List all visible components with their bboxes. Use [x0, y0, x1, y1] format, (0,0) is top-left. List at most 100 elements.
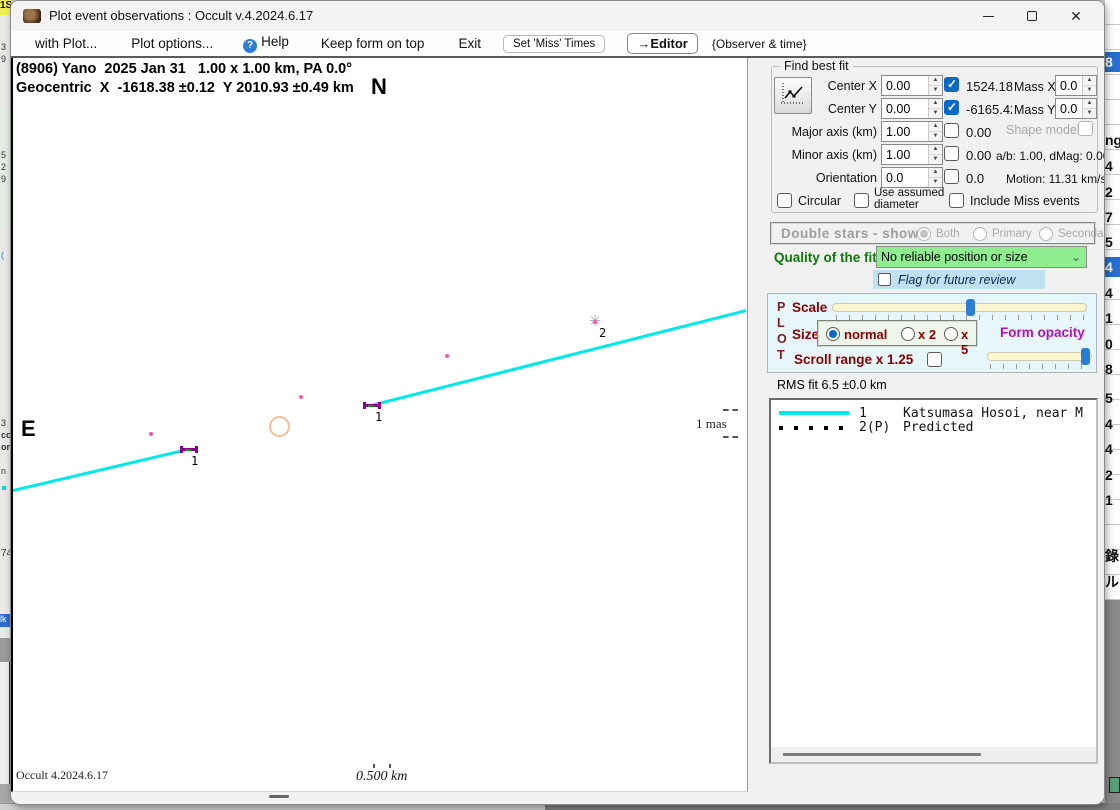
spinner-up-icon[interactable]: ▲ — [929, 168, 942, 178]
opacity-slider-track[interactable] — [987, 352, 1092, 361]
size-x5-radio[interactable] — [944, 327, 958, 341]
double-stars-secondary-radio[interactable] — [1039, 227, 1053, 241]
mass-y-spinner[interactable]: ▲▼ — [1082, 99, 1096, 118]
occult-version-label: Occult 4.2024.6.17 — [16, 768, 108, 783]
quality-of-fit-dropdown[interactable]: No reliable position or size ⌄ — [876, 246, 1087, 268]
east-label: E — [21, 416, 36, 442]
legend-box[interactable]: 1 Katsumasa Hosoi, near M 2(P) Predicted — [769, 398, 1098, 764]
double-stars-both-radio[interactable] — [917, 227, 931, 241]
chord-number-label: 1 — [375, 410, 382, 424]
fit-x-value: 1524.18 — [966, 79, 1013, 94]
quality-of-fit-label: Quality of the fit — [774, 250, 877, 265]
use-assumed-diameter-label: Use assumed diameter — [874, 187, 946, 211]
legend-scrollbar-thumb[interactable] — [783, 753, 981, 756]
spinner-up-icon[interactable]: ▲ — [1083, 76, 1096, 86]
spinner-down-icon[interactable]: ▼ — [929, 132, 942, 141]
size-x2-label: x 2 — [918, 327, 936, 342]
double-stars-both-label: Both — [936, 228, 960, 240]
circular-label: Circular — [798, 194, 841, 208]
size-x2-radio[interactable] — [901, 327, 915, 341]
set-miss-times-button[interactable]: Set 'Miss' Times — [503, 35, 605, 53]
use-assumed-diameter-checkbox[interactable] — [854, 193, 869, 208]
fit-y-value: -6165.42 — [966, 102, 1012, 117]
minor-axis-input[interactable]: ▲▼ — [881, 144, 943, 165]
shape-model-label: Shape model — [1006, 123, 1080, 137]
opacity-slider-thumb[interactable] — [1081, 348, 1090, 365]
orientation-spinner[interactable]: ▲▼ — [928, 168, 942, 187]
menu-exit[interactable]: Exit — [458, 36, 481, 51]
observer-time-label[interactable]: {Observer & time} — [712, 37, 807, 51]
predicted-path-dot — [445, 354, 449, 358]
spinner-down-icon[interactable]: ▼ — [1083, 86, 1096, 95]
scroll-range-checkbox[interactable] — [927, 352, 942, 367]
center-x-label: Center X — [777, 79, 877, 93]
mas-scale-tick — [723, 409, 738, 411]
center-y-spinner[interactable]: ▲▼ — [928, 99, 942, 118]
maximize-button[interactable] — [1010, 1, 1054, 31]
double-stars-secondary-label: Secondary — [1058, 228, 1105, 240]
north-label: N — [371, 74, 387, 100]
major-axis-spinner[interactable]: ▲▼ — [928, 122, 942, 141]
menu-with-plot[interactable]: with Plot... — [35, 36, 97, 51]
include-miss-events-label: Include Miss events — [970, 194, 1080, 208]
spinner-down-icon[interactable]: ▼ — [929, 155, 942, 164]
mass-x-label: Mass X — [1014, 80, 1056, 94]
control-panel: Find best fit Center X ▲▼ 1524.18 Mass X… — [748, 58, 1105, 805]
plot-vertical-letter: L — [777, 316, 785, 330]
observed-chord-segment-east — [371, 309, 747, 407]
spinner-up-icon[interactable]: ▲ — [1083, 99, 1096, 109]
spinner-down-icon[interactable]: ▼ — [929, 109, 942, 118]
size-x5-label: x 5 — [961, 327, 976, 357]
spinner-up-icon[interactable]: ▲ — [929, 76, 942, 86]
plot-canvas[interactable]: (8906) Yano 2025 Jan 31 1.00 x 1.00 km, … — [11, 58, 748, 792]
include-miss-events-checkbox[interactable] — [949, 193, 964, 208]
orientation-input[interactable]: ▲▼ — [881, 167, 943, 188]
mass-x-spinner[interactable]: ▲▼ — [1082, 76, 1096, 95]
fit-x-checkbox[interactable] — [944, 77, 959, 92]
flag-review-row: Flag for future review — [873, 270, 1045, 289]
major-axis-input[interactable]: ▲▼ — [881, 121, 943, 142]
editor-button[interactable]: →Editor — [627, 33, 698, 54]
spinner-up-icon[interactable]: ▲ — [929, 99, 942, 109]
window-title: Plot event observations : Occult v.4.202… — [49, 8, 313, 23]
menu-keep-on-top[interactable]: Keep form on top — [321, 36, 425, 51]
minimize-icon — [983, 16, 994, 17]
plot-header-line1: (8906) Yano 2025 Jan 31 1.00 x 1.00 km, … — [16, 60, 354, 79]
shape-model-checkbox[interactable] — [1078, 121, 1093, 136]
spinner-up-icon[interactable]: ▲ — [929, 122, 942, 132]
menu-bar: with Plot... Plot options... ?Help Keep … — [11, 31, 1104, 58]
flag-review-checkbox[interactable] — [878, 273, 891, 286]
spinner-down-icon[interactable]: ▼ — [929, 178, 942, 187]
fit-major-checkbox[interactable] — [944, 123, 959, 138]
minimize-button[interactable] — [966, 1, 1010, 31]
dotted-line-swatch — [779, 420, 849, 434]
motion-label: Motion: 11.31 km/s — [1006, 172, 1105, 186]
event-marker-reappearance — [363, 402, 381, 409]
circular-checkbox[interactable] — [777, 193, 792, 208]
close-button[interactable]: ✕ — [1054, 1, 1098, 31]
spinner-down-icon[interactable]: ▼ — [1083, 109, 1096, 118]
fit-orientation-checkbox[interactable] — [944, 169, 959, 184]
scale-slider-thumb[interactable] — [966, 299, 975, 316]
legend-entry-observed: 1 Katsumasa Hosoi, near M — [779, 406, 1098, 420]
plot-vertical-letter: T — [777, 348, 785, 362]
minor-axis-spinner[interactable]: ▲▼ — [928, 145, 942, 164]
center-y-input[interactable]: ▲▼ — [881, 98, 943, 119]
spinner-up-icon[interactable]: ▲ — [929, 145, 942, 155]
menu-help[interactable]: ?Help — [243, 34, 289, 53]
center-x-spinner[interactable]: ▲▼ — [928, 76, 942, 95]
plot-horizontal-scrollbar-thumb[interactable] — [269, 795, 289, 798]
double-stars-primary-radio[interactable] — [973, 227, 987, 241]
fit-y-checkbox[interactable] — [944, 100, 959, 115]
center-x-input[interactable]: ▲▼ — [881, 75, 943, 96]
mass-x-input[interactable]: ▲▼ — [1055, 75, 1097, 96]
spinner-down-icon[interactable]: ▼ — [929, 86, 942, 95]
size-normal-radio[interactable] — [826, 327, 840, 341]
legend-horizontal-scrollbar[interactable] — [771, 747, 1096, 762]
mass-y-label: Mass Y — [1014, 103, 1055, 117]
mass-y-input[interactable]: ▲▼ — [1055, 98, 1097, 119]
fit-minor-checkbox[interactable] — [944, 146, 959, 161]
plot-controls-panel: P L O T Scale Size normal x 2 x 5 Form o… — [767, 293, 1097, 373]
menu-plot-options[interactable]: Plot options... — [131, 36, 213, 51]
scale-slider-track[interactable] — [832, 303, 1087, 312]
